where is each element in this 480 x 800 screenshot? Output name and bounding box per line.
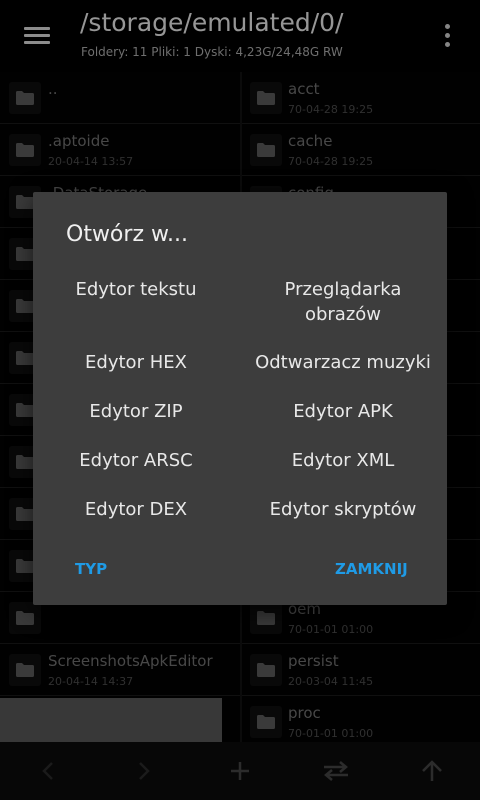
option-apk-editor[interactable]: Edytor APK (239, 399, 447, 424)
close-button[interactable]: ZAMKNIJ (335, 560, 408, 578)
dialog-title: Otwórz w... (66, 222, 188, 247)
option-arsc-editor[interactable]: Edytor ARSC (33, 448, 239, 473)
option-music-player[interactable]: Odtwarzacz muzyki (239, 350, 447, 375)
option-image-viewer-line2: obrazów (304, 304, 382, 325)
open-with-dialog: Otwórz w... Edytor tekstu Przeglądarka o… (33, 192, 447, 605)
option-script-editor[interactable]: Edytor skryptów (239, 497, 447, 522)
option-dex-editor[interactable]: Edytor DEX (33, 497, 239, 522)
option-zip-editor[interactable]: Edytor ZIP (33, 399, 239, 424)
option-image-viewer-line1: Przeglądarka (284, 279, 402, 300)
option-text-editor[interactable]: Edytor tekstu (33, 277, 239, 302)
option-xml-editor[interactable]: Edytor XML (239, 448, 447, 473)
option-image-viewer[interactable]: Przeglądarka obrazów (239, 277, 447, 327)
option-hex-editor[interactable]: Edytor HEX (33, 350, 239, 375)
type-button[interactable]: TYP (75, 560, 107, 578)
